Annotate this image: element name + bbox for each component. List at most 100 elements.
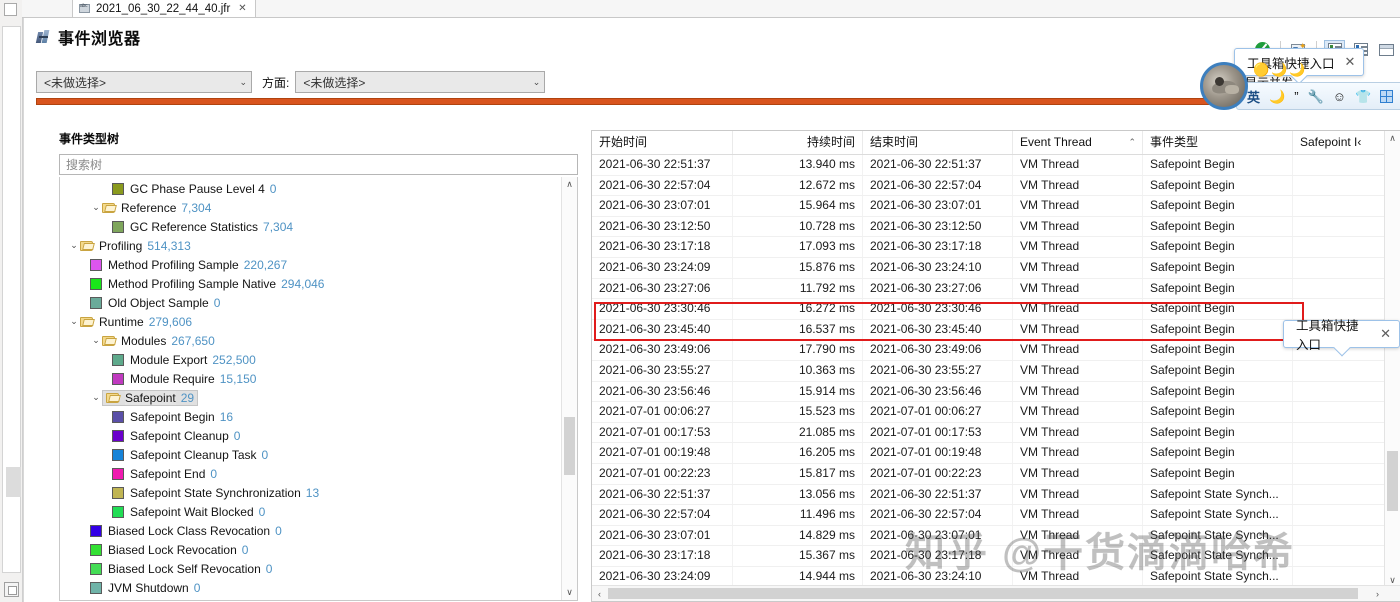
avatar[interactable] xyxy=(1200,62,1248,110)
tree-item[interactable]: JVM Shutdown0 xyxy=(60,578,563,597)
ime-toolbar[interactable]: 英 🌙 ” 🔧 ☺ 👕 xyxy=(1236,82,1400,110)
tree-item[interactable]: Method Profiling Sample220,267 xyxy=(60,255,563,274)
column-header-duration[interactable]: 持续时间 xyxy=(732,131,862,154)
table-row[interactable]: 2021-06-30 22:51:3713.056 ms2021-06-30 2… xyxy=(592,485,1387,506)
table-row[interactable]: 2021-06-30 22:51:3713.940 ms2021-06-30 2… xyxy=(592,155,1387,176)
table-row[interactable]: 2021-06-30 22:57:0412.672 ms2021-06-30 2… xyxy=(592,176,1387,197)
event-type-select[interactable]: <未做选择> ⌄ xyxy=(36,71,252,93)
chevron-down-icon[interactable]: ⌄ xyxy=(90,202,102,213)
table-row[interactable]: 2021-07-01 00:19:4816.205 ms2021-07-01 0… xyxy=(592,443,1387,464)
tree-item[interactable]: Biased Lock Class Revocation0 xyxy=(60,521,563,540)
table-vertical-scrollbar[interactable]: ∧ ∨ xyxy=(1384,131,1400,588)
tree-item[interactable]: Safepoint State Synchronization13 xyxy=(60,483,563,502)
tree-item[interactable]: Old Object Sample0 xyxy=(60,293,563,312)
column-header-start[interactable]: 开始时间 xyxy=(592,131,732,154)
table-row[interactable]: 2021-06-30 23:07:0115.964 ms2021-06-30 2… xyxy=(592,196,1387,217)
quote-icon[interactable]: ” xyxy=(1294,90,1298,103)
moon-icon[interactable]: 🌙 xyxy=(1269,90,1285,103)
color-swatch-icon xyxy=(112,449,124,461)
column-header-thread[interactable]: Event Thread⌃ xyxy=(1012,131,1142,154)
chevron-down-icon[interactable]: ⌄ xyxy=(68,240,80,251)
chevron-down-icon[interactable]: ⌄ xyxy=(90,392,102,403)
tree-item[interactable]: ⌄Safepoint29 xyxy=(60,388,563,407)
toolbox-shortcut-tooltip-mid[interactable]: 工具箱快捷入口 ✕ xyxy=(1283,320,1400,348)
table-row[interactable]: 2021-06-30 23:30:4616.272 ms2021-06-30 2… xyxy=(592,299,1387,320)
ime-mode-label[interactable]: 英 xyxy=(1247,87,1260,106)
tree-item-count: 252,500 xyxy=(212,353,255,367)
wrench-icon[interactable]: 🔧 xyxy=(1308,90,1324,103)
smiley-icon[interactable]: ☺ xyxy=(1333,90,1346,103)
table-row[interactable]: 2021-07-01 00:06:2715.523 ms2021-07-01 0… xyxy=(592,402,1387,423)
tree-item[interactable]: GC Reference Statistics7,304 xyxy=(60,217,563,236)
tree-item[interactable]: Safepoint Cleanup Task0 xyxy=(60,445,563,464)
column-header-safepoint[interactable]: Safepoint I‹ xyxy=(1292,131,1387,154)
close-icon[interactable]: ✕ xyxy=(238,3,246,14)
scroll-thumb[interactable] xyxy=(1387,451,1398,511)
table-row[interactable]: 2021-06-30 23:45:4016.537 ms2021-06-30 2… xyxy=(592,320,1387,341)
cell-end: 2021-06-30 23:56:46 xyxy=(862,382,1012,402)
shirt-icon[interactable]: 👕 xyxy=(1355,90,1371,103)
bubble-icon-2: 🌙 xyxy=(1271,62,1287,78)
tree-search-input[interactable]: 搜索树 xyxy=(59,154,578,175)
table-row[interactable]: 2021-06-30 22:57:0411.496 ms2021-06-30 2… xyxy=(592,505,1387,526)
tree-item[interactable]: Safepoint Begin16 xyxy=(60,407,563,426)
tab-jfr-file[interactable]: 2021_06_30_22_44_40.jfr ✕ xyxy=(72,0,256,17)
tree-item-count: 13 xyxy=(306,486,319,500)
scroll-thumb[interactable] xyxy=(564,417,575,475)
tree-item[interactable]: Biased Lock Self Revocation0 xyxy=(60,559,563,578)
scroll-right-icon[interactable]: › xyxy=(1370,586,1385,601)
tree-item[interactable]: Method Profiling Sample Native294,046 xyxy=(60,274,563,293)
cell-safepoint xyxy=(1292,258,1387,278)
tree-item[interactable]: Safepoint Wait Blocked0 xyxy=(60,502,563,521)
table-row[interactable]: 2021-06-30 23:12:5010.728 ms2021-06-30 2… xyxy=(592,217,1387,238)
tree-item[interactable]: ⌄Modules267,650 xyxy=(60,331,563,350)
table-row[interactable]: 2021-07-01 00:17:5321.085 ms2021-07-01 0… xyxy=(592,423,1387,444)
tree-item[interactable]: Safepoint Cleanup0 xyxy=(60,426,563,445)
cell-start: 2021-06-30 23:27:06 xyxy=(592,279,732,299)
table-row[interactable]: 2021-06-30 23:56:4615.914 ms2021-06-30 2… xyxy=(592,382,1387,403)
tree-item[interactable]: ⌄Profiling514,313 xyxy=(60,236,563,255)
cell-thread: VM Thread xyxy=(1012,382,1142,402)
table-row[interactable]: 2021-07-01 00:22:2315.817 ms2021-07-01 0… xyxy=(592,464,1387,485)
tree-item[interactable]: ⌄Runtime279,606 xyxy=(60,312,563,331)
tree-item[interactable]: Biased Lock Revocation0 xyxy=(60,540,563,559)
rail-bottom-button[interactable] xyxy=(4,582,19,597)
table-horizontal-scrollbar[interactable]: ‹ › xyxy=(592,585,1400,601)
cell-safepoint xyxy=(1292,176,1387,196)
grid-icon[interactable] xyxy=(1380,90,1393,103)
cell-end: 2021-06-30 22:57:04 xyxy=(862,505,1012,525)
scroll-left-icon[interactable]: ‹ xyxy=(592,586,607,601)
table-row[interactable]: 2021-06-30 23:49:0617.790 ms2021-06-30 2… xyxy=(592,340,1387,361)
cell-type: Safepoint Begin xyxy=(1142,402,1292,422)
chevron-down-icon[interactable]: ⌄ xyxy=(90,335,102,346)
tree-item[interactable]: Module Require15,150 xyxy=(60,369,563,388)
show-table-view-button[interactable] xyxy=(1376,40,1397,59)
table-row[interactable]: 2021-06-30 23:07:0114.829 ms2021-06-30 2… xyxy=(592,526,1387,547)
tree-vertical-scrollbar[interactable]: ∧ ∨ xyxy=(561,177,577,600)
table-row[interactable]: 2021-06-30 23:17:1817.093 ms2021-06-30 2… xyxy=(592,237,1387,258)
close-icon[interactable]: ✕ xyxy=(1380,326,1391,342)
column-header-end[interactable]: 结束时间 xyxy=(862,131,1012,154)
tree-item[interactable] xyxy=(60,597,563,601)
timeline-range-bar[interactable] xyxy=(36,98,1397,105)
close-icon[interactable]: ✕ xyxy=(1345,54,1356,70)
chevron-down-icon[interactable]: ⌄ xyxy=(68,316,80,327)
cell-duration: 16.205 ms xyxy=(732,443,862,463)
tree-item[interactable]: Safepoint End0 xyxy=(60,464,563,483)
tree-item[interactable]: Module Export252,500 xyxy=(60,350,563,369)
scroll-up-icon[interactable]: ∧ xyxy=(1385,131,1400,146)
scroll-down-icon[interactable]: ∨ xyxy=(562,585,577,600)
table-row[interactable]: 2021-06-30 23:17:1815.367 ms2021-06-30 2… xyxy=(592,546,1387,567)
color-swatch-icon xyxy=(112,430,124,442)
tree-item-label: Biased Lock Self Revocation xyxy=(108,562,261,576)
facet-select[interactable]: <未做选择> ⌄ xyxy=(295,71,545,93)
scroll-up-icon[interactable]: ∧ xyxy=(562,177,577,192)
hscroll-thumb[interactable] xyxy=(608,588,1358,599)
table-row[interactable]: 2021-06-30 23:27:0611.792 ms2021-06-30 2… xyxy=(592,279,1387,300)
column-header-label: Event Thread xyxy=(1020,135,1092,149)
tree-item[interactable]: GC Phase Pause Level 40 xyxy=(60,179,563,198)
tree-item[interactable]: ⌄Reference7,304 xyxy=(60,198,563,217)
table-row[interactable]: 2021-06-30 23:55:2710.363 ms2021-06-30 2… xyxy=(592,361,1387,382)
column-header-type[interactable]: 事件类型 xyxy=(1142,131,1292,154)
table-row[interactable]: 2021-06-30 23:24:0915.876 ms2021-06-30 2… xyxy=(592,258,1387,279)
